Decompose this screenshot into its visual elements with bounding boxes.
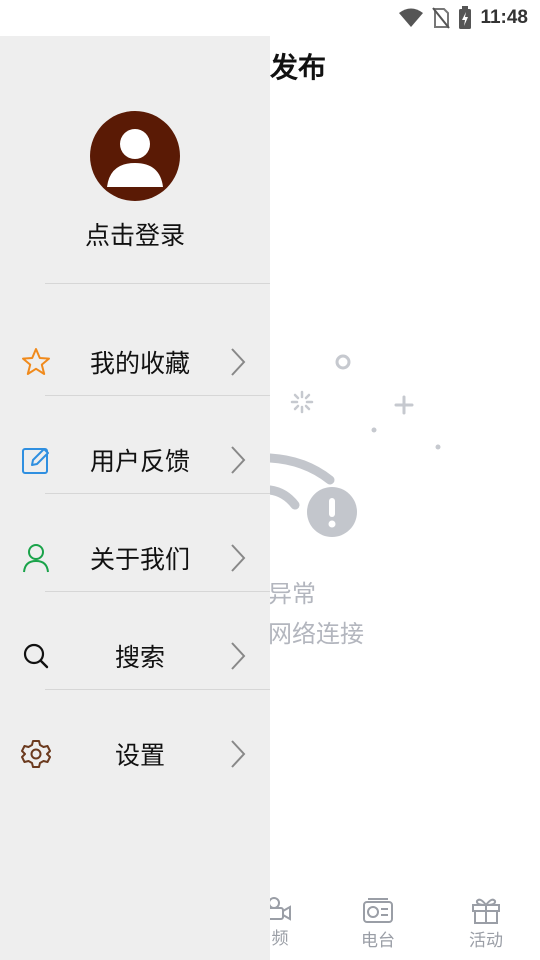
divider	[45, 493, 270, 494]
navigation-drawer: 点击登录 我的收藏 用户反馈 关于我们 搜索 设置	[0, 36, 270, 960]
no-sim-icon	[432, 7, 451, 29]
tab-video-label: 频	[271, 929, 289, 949]
page-title: 发布	[270, 51, 327, 84]
menu-item-search[interactable]: 搜索	[0, 607, 270, 705]
battery-charging-icon	[458, 6, 472, 30]
status-time: 11:48	[480, 7, 528, 28]
chevron-right-icon	[228, 543, 248, 573]
menu-item-favorites[interactable]: 我的收藏	[0, 313, 270, 411]
divider	[45, 689, 270, 690]
tab-radio[interactable]: 电台	[338, 896, 418, 951]
menu-label: 设置	[114, 741, 165, 770]
menu-label: 我的收藏	[89, 349, 190, 378]
chevron-right-icon	[228, 445, 248, 475]
user-avatar-icon[interactable]	[90, 111, 180, 201]
search-icon	[20, 640, 52, 672]
menu-item-about-us[interactable]: 关于我们	[0, 509, 270, 607]
menu-label: 关于我们	[89, 545, 190, 574]
menu-label: 用户反馈	[89, 447, 190, 476]
tab-activity[interactable]: 活动	[446, 896, 526, 951]
tab-radio-label: 电台	[361, 931, 395, 951]
chevron-right-icon	[228, 641, 248, 671]
status-bar: 11:48	[0, 0, 540, 36]
login-button[interactable]: 点击登录	[0, 216, 270, 252]
error-text: 异常	[268, 580, 316, 608]
gear-icon	[20, 738, 52, 770]
tab-activity-label: 活动	[469, 931, 503, 951]
menu-item-feedback[interactable]: 用户反馈	[0, 411, 270, 509]
person-icon	[20, 542, 52, 574]
star-icon	[20, 346, 52, 378]
divider	[45, 395, 270, 396]
chevron-right-icon	[228, 347, 248, 377]
menu-item-settings[interactable]: 设置	[0, 705, 270, 803]
radio-icon	[338, 896, 418, 924]
menu-label: 搜索	[114, 643, 165, 672]
edit-icon	[20, 444, 52, 476]
hint-text[interactable]: 网络连接	[268, 614, 364, 649]
gift-icon	[446, 896, 526, 924]
divider	[45, 591, 270, 592]
chevron-right-icon	[228, 739, 248, 769]
divider	[45, 283, 270, 284]
wifi-icon	[398, 8, 424, 28]
